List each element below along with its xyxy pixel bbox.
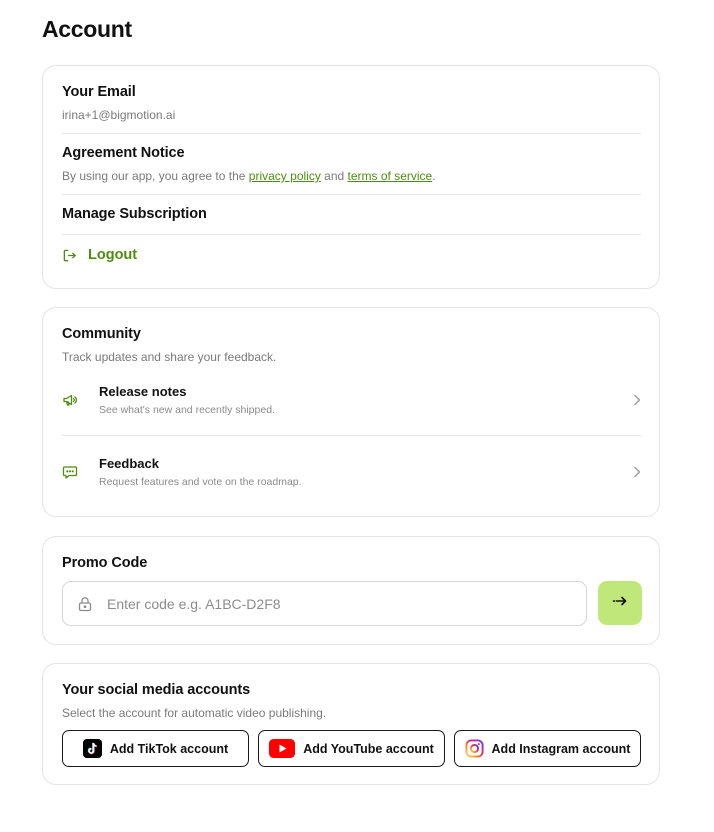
add-instagram-label: Add Instagram account	[491, 741, 631, 756]
logout-label: Logout	[88, 247, 138, 263]
lock-icon	[63, 596, 107, 612]
add-youtube-label: Add YouTube account	[303, 741, 434, 756]
youtube-icon	[269, 739, 296, 758]
promo-card: Promo Code	[42, 536, 660, 645]
social-card: Your social media accounts Select the ac…	[42, 663, 660, 785]
logout-button[interactable]: Logout	[62, 247, 137, 263]
divider	[62, 133, 641, 134]
agreement-text-middle: and	[320, 169, 348, 183]
agreement-label: Agreement Notice	[62, 145, 185, 161]
add-tiktok-button[interactable]: Add TikTok account	[62, 730, 249, 767]
release-notes-title: Release notes	[99, 384, 187, 399]
divider	[62, 234, 641, 235]
add-tiktok-label: Add TikTok account	[109, 741, 229, 756]
release-notes-description: See what's new and recently shipped.	[99, 404, 275, 416]
chevron-right-icon	[621, 394, 641, 406]
instagram-icon	[465, 739, 484, 758]
community-subtitle: Track updates and share your feedback.	[62, 350, 277, 364]
account-card: Your Email irina+1@bigmotion.ai Agreemen…	[42, 65, 660, 289]
megaphone-icon	[62, 392, 99, 408]
promo-code-input[interactable]	[107, 595, 586, 612]
terms-of-service-link[interactable]: terms of service	[348, 169, 433, 183]
chat-icon	[62, 464, 99, 480]
release-notes-item[interactable]: Release notes See what's new and recentl…	[62, 370, 641, 430]
logout-icon	[62, 248, 77, 263]
add-instagram-button[interactable]: Add Instagram account	[454, 730, 641, 767]
agreement-text-before: By using our app, you agree to the	[62, 169, 249, 183]
feedback-description: Request features and vote on the roadmap…	[99, 476, 302, 488]
privacy-policy-link[interactable]: privacy policy	[249, 169, 321, 183]
email-value: irina+1@bigmotion.ai	[62, 108, 176, 122]
community-title: Community	[62, 326, 141, 342]
divider	[62, 194, 641, 195]
arrow-right-icon	[612, 594, 628, 612]
agreement-text-after: .	[432, 169, 436, 183]
page-title: Account	[42, 16, 132, 42]
promo-input-wrapper	[62, 581, 587, 626]
community-card: Community Track updates and share your f…	[42, 307, 660, 517]
manage-subscription-link[interactable]: Manage Subscription	[62, 206, 207, 222]
add-youtube-button[interactable]: Add YouTube account	[258, 730, 445, 767]
tiktok-icon	[82, 739, 102, 758]
agreement-text: By using our app, you agree to the priva…	[62, 169, 436, 183]
social-title: Your social media accounts	[62, 682, 251, 698]
feedback-item[interactable]: Feedback Request features and vote on th…	[62, 442, 641, 502]
divider	[62, 435, 641, 436]
chevron-right-icon	[621, 466, 641, 478]
promo-title: Promo Code	[62, 555, 148, 571]
social-subtitle: Select the account for automatic video p…	[62, 706, 327, 720]
feedback-title: Feedback	[99, 456, 159, 471]
promo-submit-button[interactable]	[598, 581, 642, 625]
email-label: Your Email	[62, 84, 136, 100]
